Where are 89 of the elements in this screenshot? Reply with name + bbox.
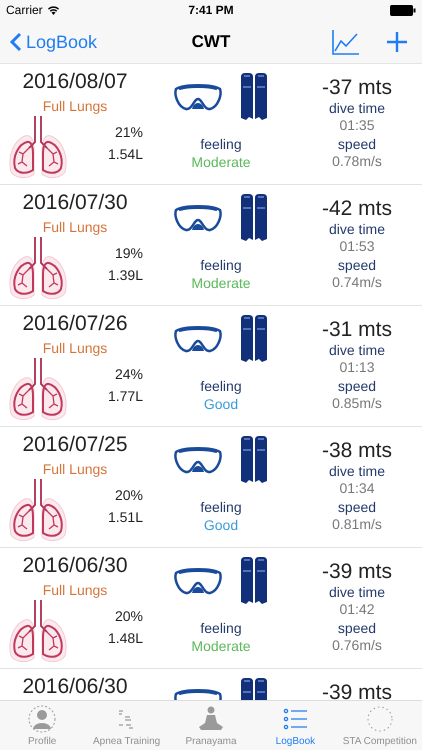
speed-label: speed — [338, 378, 376, 395]
dive-date: 2016/07/30 — [22, 191, 128, 215]
speed-label: speed — [338, 257, 376, 274]
dive-date: 2016/06/30 — [22, 675, 128, 699]
mask-icon — [174, 204, 222, 232]
dive-date: 2016/06/30 — [22, 554, 128, 578]
speed-value: 0.78m/s — [332, 153, 382, 170]
fins-icon — [240, 194, 268, 242]
speed-label: speed — [338, 136, 376, 153]
chevron-left-icon — [10, 32, 22, 52]
lung-volume: 1.54L — [108, 146, 143, 162]
feeling-label: feeling — [200, 499, 242, 515]
lungs-label: Full Lungs — [42, 461, 108, 477]
mask-icon — [174, 325, 222, 353]
lungs-icon — [7, 477, 69, 543]
dive-time-value: 01:34 — [339, 480, 375, 497]
dive-time-label: dive time — [328, 584, 386, 601]
dive-depth: -31 mts — [322, 318, 392, 342]
fins-icon — [240, 73, 268, 121]
mask-icon — [174, 567, 222, 595]
speed-value: 0.74m/s — [332, 274, 382, 291]
dive-date: 2016/07/26 — [22, 312, 128, 336]
lung-percent: 24% — [114, 366, 143, 382]
dive-time-label: dive time — [328, 342, 386, 359]
feeling-label: feeling — [200, 620, 242, 636]
feeling-label: feeling — [200, 257, 242, 273]
lungs-icon — [7, 598, 69, 664]
dive-time-label: dive time — [328, 221, 386, 238]
dive-time-label: dive time — [328, 463, 386, 480]
clock-time: 7:41 PM — [188, 3, 234, 17]
lung-volume: 1.77L — [108, 388, 143, 404]
lungs-icon — [7, 235, 69, 301]
back-button[interactable]: LogBook — [10, 32, 98, 52]
carrier-label: Carrier — [6, 3, 43, 17]
speed-label: speed — [338, 499, 376, 516]
lung-volume: 1.51L — [108, 509, 143, 525]
speed-label: speed — [338, 620, 376, 637]
dive-time-value: 01:35 — [339, 117, 375, 134]
fins-icon — [240, 315, 268, 363]
tab-button[interactable]: Profile — [0, 701, 84, 750]
person-icon — [28, 705, 56, 733]
dive-time-label: dive time — [328, 100, 386, 117]
lungs-label: Full Lungs — [42, 340, 108, 356]
feeling-value: Good — [204, 517, 238, 533]
dashed-circle-icon — [366, 705, 394, 733]
battery-icon — [390, 4, 416, 16]
meditation-icon — [197, 705, 226, 733]
dive-time-value: 01:53 — [339, 238, 375, 255]
wifi-icon — [46, 5, 60, 15]
dive-time-value: 01:13 — [339, 359, 375, 376]
lung-percent: 19% — [114, 245, 143, 261]
speed-value: 0.85m/s — [332, 395, 382, 412]
speed-value: 0.76m/s — [332, 637, 382, 654]
lungs-label: Full Lungs — [42, 98, 108, 114]
dive-depth: -42 mts — [322, 197, 392, 221]
speed-value: 0.81m/s — [332, 516, 382, 533]
tab-button[interactable]: LogBook — [253, 701, 338, 750]
tab-button[interactable]: STA Competition — [338, 701, 422, 750]
lung-percent: 20% — [114, 487, 143, 503]
chart-button[interactable] — [332, 29, 360, 55]
feeling-value: Moderate — [191, 275, 251, 291]
fins-icon — [240, 436, 268, 484]
feeling-label: feeling — [200, 136, 242, 152]
tab-button[interactable]: Pranayama — [168, 701, 254, 750]
fins-icon — [240, 557, 268, 605]
feeling-value: Good — [204, 396, 238, 412]
dive-time-value: 01:42 — [339, 601, 375, 618]
dive-depth: -38 mts — [322, 439, 392, 463]
screen-title: CWT — [192, 32, 230, 51]
tab-button[interactable]: Apnea Training — [84, 701, 169, 750]
feeling-value: Moderate — [191, 638, 251, 654]
lung-percent: 21% — [114, 124, 143, 140]
dive-date: 2016/07/25 — [22, 433, 128, 457]
lungs-icon — [7, 356, 69, 422]
dive-depth: -39 mts — [322, 681, 392, 700]
lungs-label: Full Lungs — [42, 582, 108, 598]
lungs-label: Full Lungs — [42, 219, 108, 235]
lung-volume: 1.39L — [108, 267, 143, 283]
add-button[interactable] — [386, 31, 408, 53]
dive-date: 2016/08/07 — [22, 70, 128, 94]
dive-depth: -39 mts — [322, 560, 392, 584]
lungs-icon — [7, 114, 69, 180]
feeling-value: Moderate — [191, 154, 251, 170]
dive-depth: -37 mts — [322, 76, 392, 100]
mask-icon — [174, 446, 222, 474]
lung-volume: 1.48L — [108, 630, 143, 646]
mask-icon — [174, 83, 222, 111]
lung-percent: 20% — [114, 608, 143, 624]
feeling-label: feeling — [200, 378, 242, 394]
